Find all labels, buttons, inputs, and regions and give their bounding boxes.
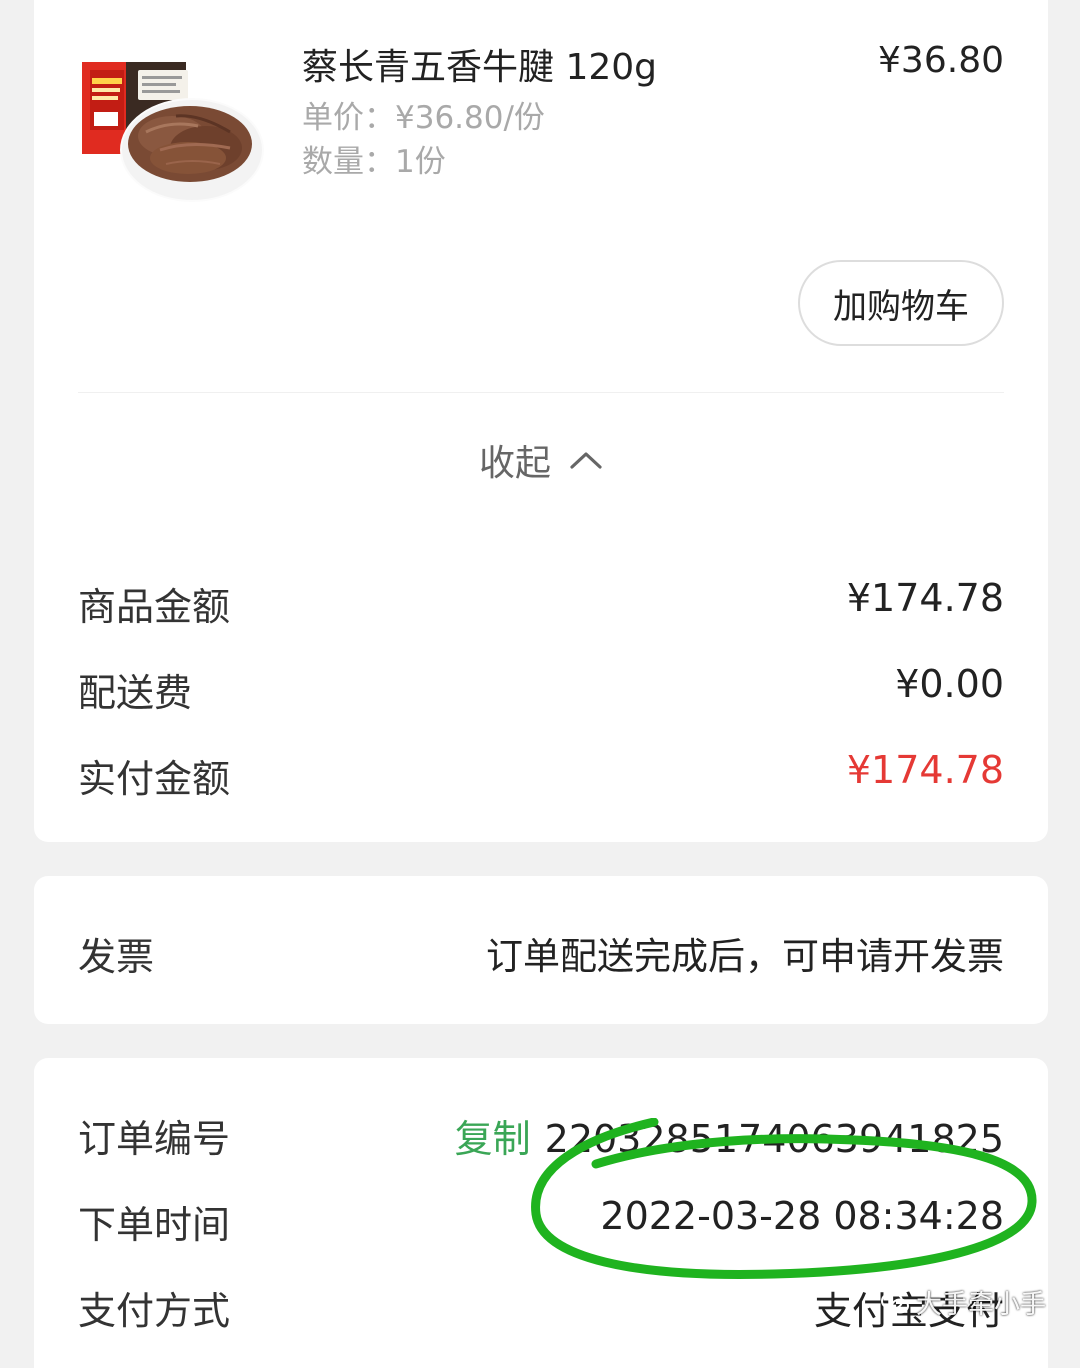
product-thumbnail[interactable] — [80, 40, 266, 212]
watermark-text: 大手牵小手 — [915, 1290, 1046, 1320]
highlight-circle-annotation — [531, 1118, 1037, 1279]
watermark: 大手牵小手 — [880, 1284, 1046, 1321]
product-price: ¥36.80 — [878, 40, 1004, 81]
summary-row-subtotal: 商品金额 ¥174.78 — [78, 576, 1004, 629]
product-unit-price: 单价：¥36.80/份 — [302, 100, 545, 136]
collapse-label: 收起 — [478, 443, 551, 484]
invoice-label: 发票 — [78, 935, 155, 979]
product-quantity: 数量：1份 — [302, 144, 446, 180]
chevron-up-icon — [570, 452, 602, 469]
section-divider — [78, 392, 1004, 393]
order-number-label: 订单编号 — [78, 1117, 231, 1161]
invoice-row[interactable]: 发票 订单配送完成后，可申请开发票 — [78, 926, 1004, 979]
collapse-toggle[interactable]: 收起 — [34, 434, 1048, 486]
paid-amount-label: 实付金额 — [78, 757, 231, 801]
delivery-fee-label: 配送费 — [78, 671, 193, 715]
copy-button[interactable]: 复制 — [455, 1117, 531, 1161]
product-name[interactable]: 蔡长青五香牛腱 120g — [302, 38, 657, 90]
delivery-fee-value: ¥0.00 — [895, 662, 1004, 706]
paid-amount-value: ¥174.78 — [846, 748, 1004, 792]
order-detail-card: 蔡长青五香牛腱 120g ¥36.80 单价：¥36.80/份 数量：1份 加购… — [34, 0, 1048, 842]
add-to-cart-button[interactable]: 加购物车 — [798, 260, 1004, 346]
invoice-card[interactable]: 发票 订单配送完成后，可申请开发票 — [34, 876, 1048, 1024]
order-time-label: 下单时间 — [78, 1203, 231, 1247]
summary-row-paid: 实付金额 ¥174.78 — [78, 748, 1004, 801]
wechat-icon — [880, 1291, 909, 1313]
subtotal-value: ¥174.78 — [846, 576, 1004, 620]
subtotal-label: 商品金额 — [78, 585, 231, 629]
invoice-note: 订单配送完成后，可申请开发票 — [486, 935, 1004, 978]
payment-method-label: 支付方式 — [78, 1289, 231, 1333]
summary-row-delivery: 配送费 ¥0.00 — [78, 662, 1004, 715]
beef-slices-image — [82, 62, 264, 202]
